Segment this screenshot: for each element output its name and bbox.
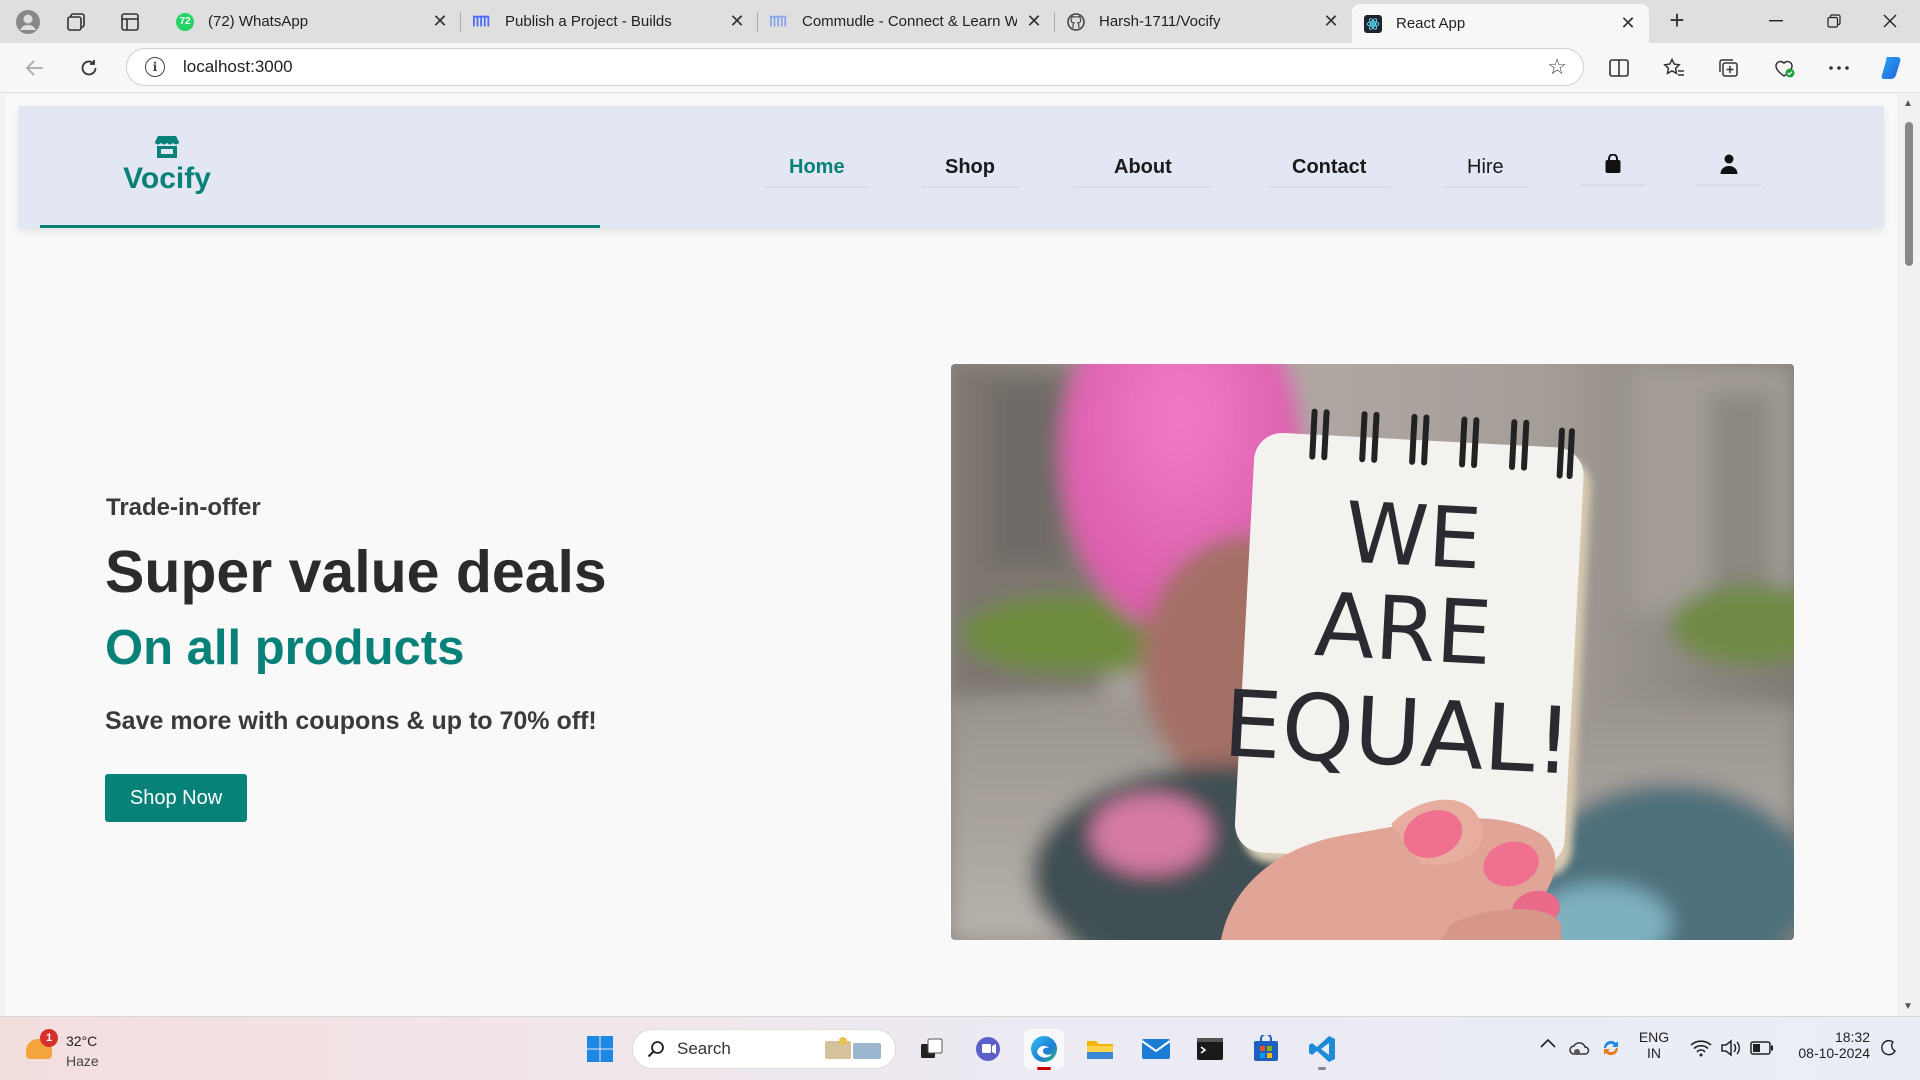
windows-taskbar: 1 32°C Haze Search ENG IN 18:32 08-10-20… [0,1016,1920,1080]
hero-image: WE ARE EQUAL! [951,364,1794,940]
minimize-button[interactable] [1748,4,1804,38]
battery-icon[interactable] [1750,1041,1774,1058]
browser-essentials-icon[interactable] [1767,53,1801,83]
terminal-icon[interactable] [1190,1029,1230,1069]
new-tab-button[interactable]: + [1660,6,1694,36]
github-icon [1067,12,1085,31]
commudle-icon [770,13,788,31]
copilot-icon[interactable] [1876,53,1910,83]
builds-icon [473,13,491,31]
weather-badge: 1 [40,1029,58,1047]
mail-icon[interactable] [1136,1029,1176,1069]
header-progress-underline [40,225,600,228]
weather-condition: Haze [66,1053,99,1069]
windows-icon [587,1036,613,1062]
nav-contact[interactable]: Contact [1268,156,1391,188]
favorite-star-icon[interactable]: ☆ [1547,54,1567,80]
site-logo[interactable]: Vocify [117,134,217,196]
vertical-tabs-icon[interactable] [112,8,148,36]
tab-commudle[interactable]: Commudle - Connect & Learn Wi ✕ [758,4,1055,39]
hero-description: Save more with coupons & up to 70% off! [105,707,597,735]
refresh-button[interactable] [72,53,106,83]
site-header: Vocify Home Shop About Contact Hire [18,106,1884,228]
language-indicator[interactable]: ENG IN [1636,1029,1672,1061]
restore-button[interactable] [1806,4,1862,38]
profile-icon[interactable] [10,8,46,36]
favorites-icon[interactable] [1657,53,1691,83]
shop-now-button[interactable]: Shop Now [105,774,247,822]
page-viewport: Vocify Home Shop About Contact Hire Trad… [5,94,1897,1016]
tab-github[interactable]: Harsh-1711/Vocify ✕ [1055,4,1352,39]
search-icon [647,1041,664,1058]
microsoft-store-icon[interactable] [1246,1029,1286,1069]
teams-meet-icon[interactable] [968,1029,1008,1069]
tab-react-app[interactable]: React App ✕ [1352,4,1649,43]
file-explorer-icon[interactable] [1080,1029,1120,1069]
nav-home[interactable]: Home [765,156,869,188]
browser-toolbar: i localhost:3000 ☆ [0,43,1920,93]
logo-text: Vocify [123,162,211,195]
nav-about[interactable]: About [1074,156,1212,188]
user-icon[interactable] [1696,154,1762,186]
close-icon[interactable]: ✕ [728,11,746,32]
task-view-icon[interactable] [912,1029,952,1069]
workspaces-icon[interactable] [58,8,94,36]
notifications-icon[interactable] [1880,1039,1898,1060]
nav-hire[interactable]: Hire [1443,156,1528,188]
close-icon[interactable]: ✕ [1619,13,1637,34]
taskbar-search[interactable]: Search [632,1029,896,1069]
close-icon[interactable]: ✕ [431,11,449,32]
close-icon[interactable]: ✕ [1025,11,1043,32]
onedrive-icon[interactable] [1568,1039,1592,1060]
volume-icon[interactable] [1720,1039,1742,1060]
shopping-bag-icon[interactable] [1580,153,1646,186]
scrollbar-thumb[interactable] [1905,122,1913,266]
sign-line-2: ARE [1312,573,1494,685]
weather-widget[interactable]: 1 32°C Haze [22,1027,112,1071]
hero-subtitle: Trade-in-offer [106,494,261,521]
back-button[interactable] [18,53,52,83]
nav-shop[interactable]: Shop [921,156,1019,188]
react-icon [1364,14,1382,33]
vscode-icon[interactable] [1302,1029,1342,1070]
address-bar[interactable]: i localhost:3000 ☆ [126,48,1584,86]
more-options-icon[interactable] [1822,53,1856,83]
sign-line-3: EQUAL! [1221,670,1575,795]
sync-icon[interactable] [1600,1037,1622,1062]
store-icon [154,136,180,158]
whatsapp-icon: 72 [176,12,194,31]
close-icon[interactable]: ✕ [1322,11,1340,32]
tab-whatsapp[interactable]: 72 (72) WhatsApp ✕ [164,4,461,39]
hero-title: Super value deals [105,539,607,605]
start-button[interactable] [580,1029,620,1069]
search-highlight-icon [825,1037,881,1059]
browser-tab-strip: 72 (72) WhatsApp ✕ Publish a Project - B… [0,0,1920,43]
page-scrollbar[interactable]: ▲ ▼ [1897,94,1920,1016]
wifi-icon[interactable] [1690,1039,1712,1060]
collections-icon[interactable] [1712,53,1746,83]
split-screen-icon[interactable] [1602,53,1636,83]
show-hidden-icons[interactable] [1540,1035,1556,1051]
close-window-button[interactable] [1862,4,1918,38]
edge-taskbar-icon[interactable] [1024,1029,1064,1070]
sign-line-1: WE [1343,483,1484,588]
site-info-icon[interactable]: i [145,57,165,77]
hero-accent-line: On all products [105,621,465,675]
tab-builds[interactable]: Publish a Project - Builds ✕ [461,4,758,39]
clock[interactable]: 18:32 08-10-2024 [1782,1029,1870,1061]
weather-temp: 32°C [66,1033,98,1049]
